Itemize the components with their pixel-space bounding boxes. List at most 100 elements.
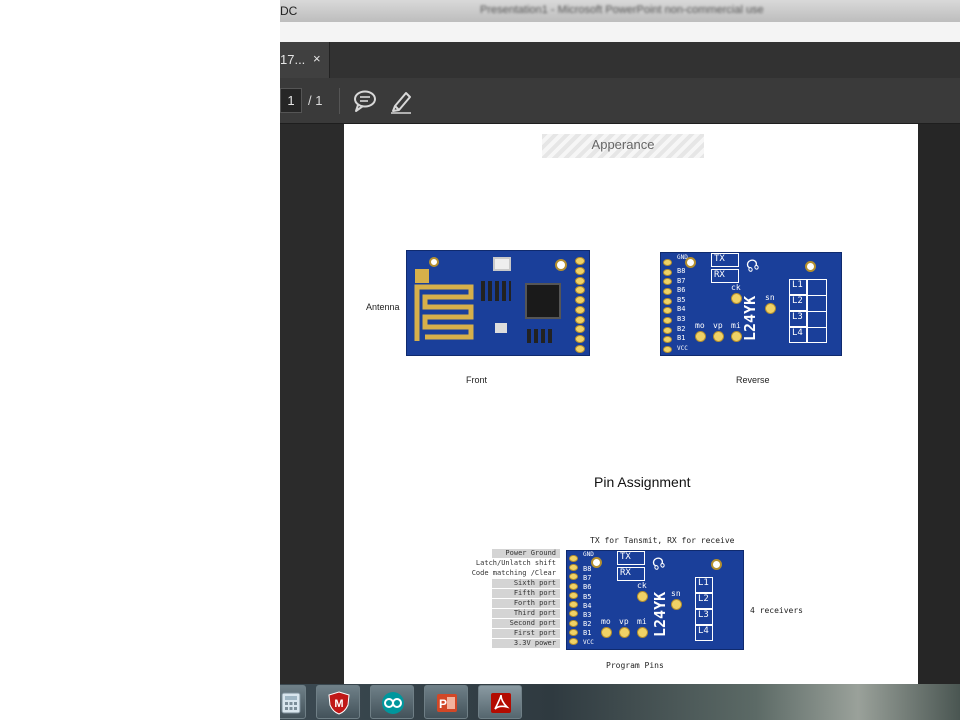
mount-hole [711, 559, 722, 570]
crystal-component [493, 257, 511, 271]
pad-vp [619, 627, 630, 638]
pin-header [663, 259, 673, 353]
pin-label-3v3-power: 3.3V power [492, 639, 560, 648]
window-title: Presentation1 - Microsoft PowerPoint non… [480, 4, 764, 16]
window-title-bar: DC Presentation1 - Microsoft PowerPoint … [280, 0, 960, 22]
page-total: / 1 [308, 93, 323, 108]
silk-l4: L4 [695, 625, 713, 641]
scrollbar-track[interactable] [918, 124, 960, 684]
antenna-trace [414, 269, 474, 341]
silk-l3: L3 [695, 609, 713, 625]
smd-component [495, 323, 507, 333]
tab-bar: 17... × [280, 42, 960, 78]
silk-rx: RX [617, 567, 645, 581]
model-marking: L24YK [651, 591, 669, 637]
blank-margin [0, 0, 280, 720]
silk-l4: L4 [789, 327, 807, 343]
silk-sn: sn [671, 589, 681, 598]
program-pins-note: Program Pins [606, 661, 664, 670]
silk-mo: mo [695, 321, 705, 330]
rf-chip [525, 283, 561, 319]
comment-icon[interactable] [352, 89, 378, 113]
pin-label-second-port: Second port [492, 619, 560, 628]
mount-hole [555, 259, 567, 271]
silk-ck: ck [731, 283, 741, 292]
pin-label-fifth-port: Fifth port [492, 589, 560, 598]
reverse-label: Reverse [736, 375, 770, 385]
toolbar-divider [339, 88, 340, 114]
silk-mi: mi [637, 617, 647, 626]
document-viewport[interactable]: Apperance Antenna Front GND B8 B7 B6 B5 … [280, 124, 960, 684]
app-abbrev: DC [280, 4, 298, 18]
pdf-page: Apperance Antenna Front GND B8 B7 B6 B5 … [344, 124, 918, 684]
module-reverse-image: GND B8 B7 B6 B5 B4 B3 B2 B1 VCC TX RX ☊ ck s… [660, 252, 842, 356]
pad-mi [731, 331, 742, 342]
silk-l2: L2 [695, 593, 713, 609]
page-number-input[interactable]: 1 [280, 88, 302, 113]
toolbar: 1 / 1 [280, 78, 960, 124]
pad-ck [637, 591, 648, 602]
silk-vcc: VCC [677, 345, 688, 352]
silk-tx: TX [711, 253, 739, 267]
silk-tx: TX [617, 551, 645, 565]
tab-label: 17... [280, 52, 306, 67]
receivers-note: 4 receivers [750, 606, 803, 615]
silk-l2: L2 [789, 295, 807, 311]
pin-label-latch: Latch/Unlatch shift [475, 559, 556, 567]
silk-gnd: GND [583, 551, 594, 558]
tab-close-icon[interactable]: × [313, 51, 321, 66]
highlight-pen-icon[interactable] [388, 88, 414, 114]
pad-sn [765, 303, 776, 314]
taskbar-mcafee[interactable]: M [316, 685, 360, 719]
pin-label-sixth-port: Sixth port [492, 579, 560, 588]
mount-hole [429, 257, 439, 267]
acrobat-icon [491, 693, 511, 713]
taskbar-calculator[interactable] [280, 685, 306, 719]
smd-components [527, 329, 555, 343]
taskbar: M P [280, 684, 960, 720]
appearance-title: Apperance [591, 137, 655, 152]
pin-label-code-matching: Code matching /Clear [471, 569, 556, 577]
silk-mi: mi [731, 321, 741, 330]
mount-hole [591, 557, 602, 568]
antenna-label: Antenna [366, 302, 400, 312]
silk-l1: L1 [789, 279, 807, 295]
pad-vp [713, 331, 724, 342]
silk-l3: L3 [789, 311, 807, 327]
brand-logo: ☊ [743, 253, 762, 278]
silk-pin-list: B8 B7 B6 B5 B4 B3 B2 B1 [677, 267, 686, 343]
pad-mo [695, 331, 706, 342]
pin-header [569, 555, 579, 645]
screen: DC Presentation1 - Microsoft PowerPoint … [280, 0, 960, 720]
front-label: Front [466, 375, 488, 385]
taskbar-arduino[interactable] [370, 685, 414, 719]
pad-mo [601, 627, 612, 638]
smd-components [481, 281, 511, 301]
mcafee-icon: M [328, 691, 350, 715]
pin-label-power-ground: Power Ground [492, 549, 560, 558]
output-grid [807, 279, 827, 343]
calculator-icon [281, 692, 301, 714]
silk-sn: sn [765, 293, 775, 302]
ppt-icon: P [437, 694, 457, 712]
taskbar-acrobat[interactable] [478, 685, 522, 719]
taskbar-powerpoint[interactable]: P [424, 685, 468, 719]
pin-label-first-port: First port [492, 629, 560, 638]
silk-l1: L1 [695, 577, 713, 593]
module-pinout-image: GND B8 B7 B6 B5 B4 B3 B2 B1 VCC TX RX ☊ ck s… [566, 550, 744, 650]
pin-assignment-title: Pin Assignment [594, 474, 691, 490]
silk-mo: mo [601, 617, 611, 626]
svg-text:M: M [334, 698, 343, 710]
mount-hole [685, 257, 696, 268]
menu-strip [280, 22, 960, 42]
silk-ck: ck [637, 581, 647, 590]
pad-mi [637, 627, 648, 638]
pin-header [575, 257, 587, 353]
arduino-icon [382, 692, 404, 714]
tab-document[interactable]: 17... × [280, 42, 330, 78]
model-marking: L24YK [741, 295, 759, 341]
silk-vp: vp [713, 321, 723, 330]
silk-vcc: VCC [583, 639, 594, 646]
module-front-image [406, 250, 590, 356]
pin-label-third-port: Third port [492, 609, 560, 618]
